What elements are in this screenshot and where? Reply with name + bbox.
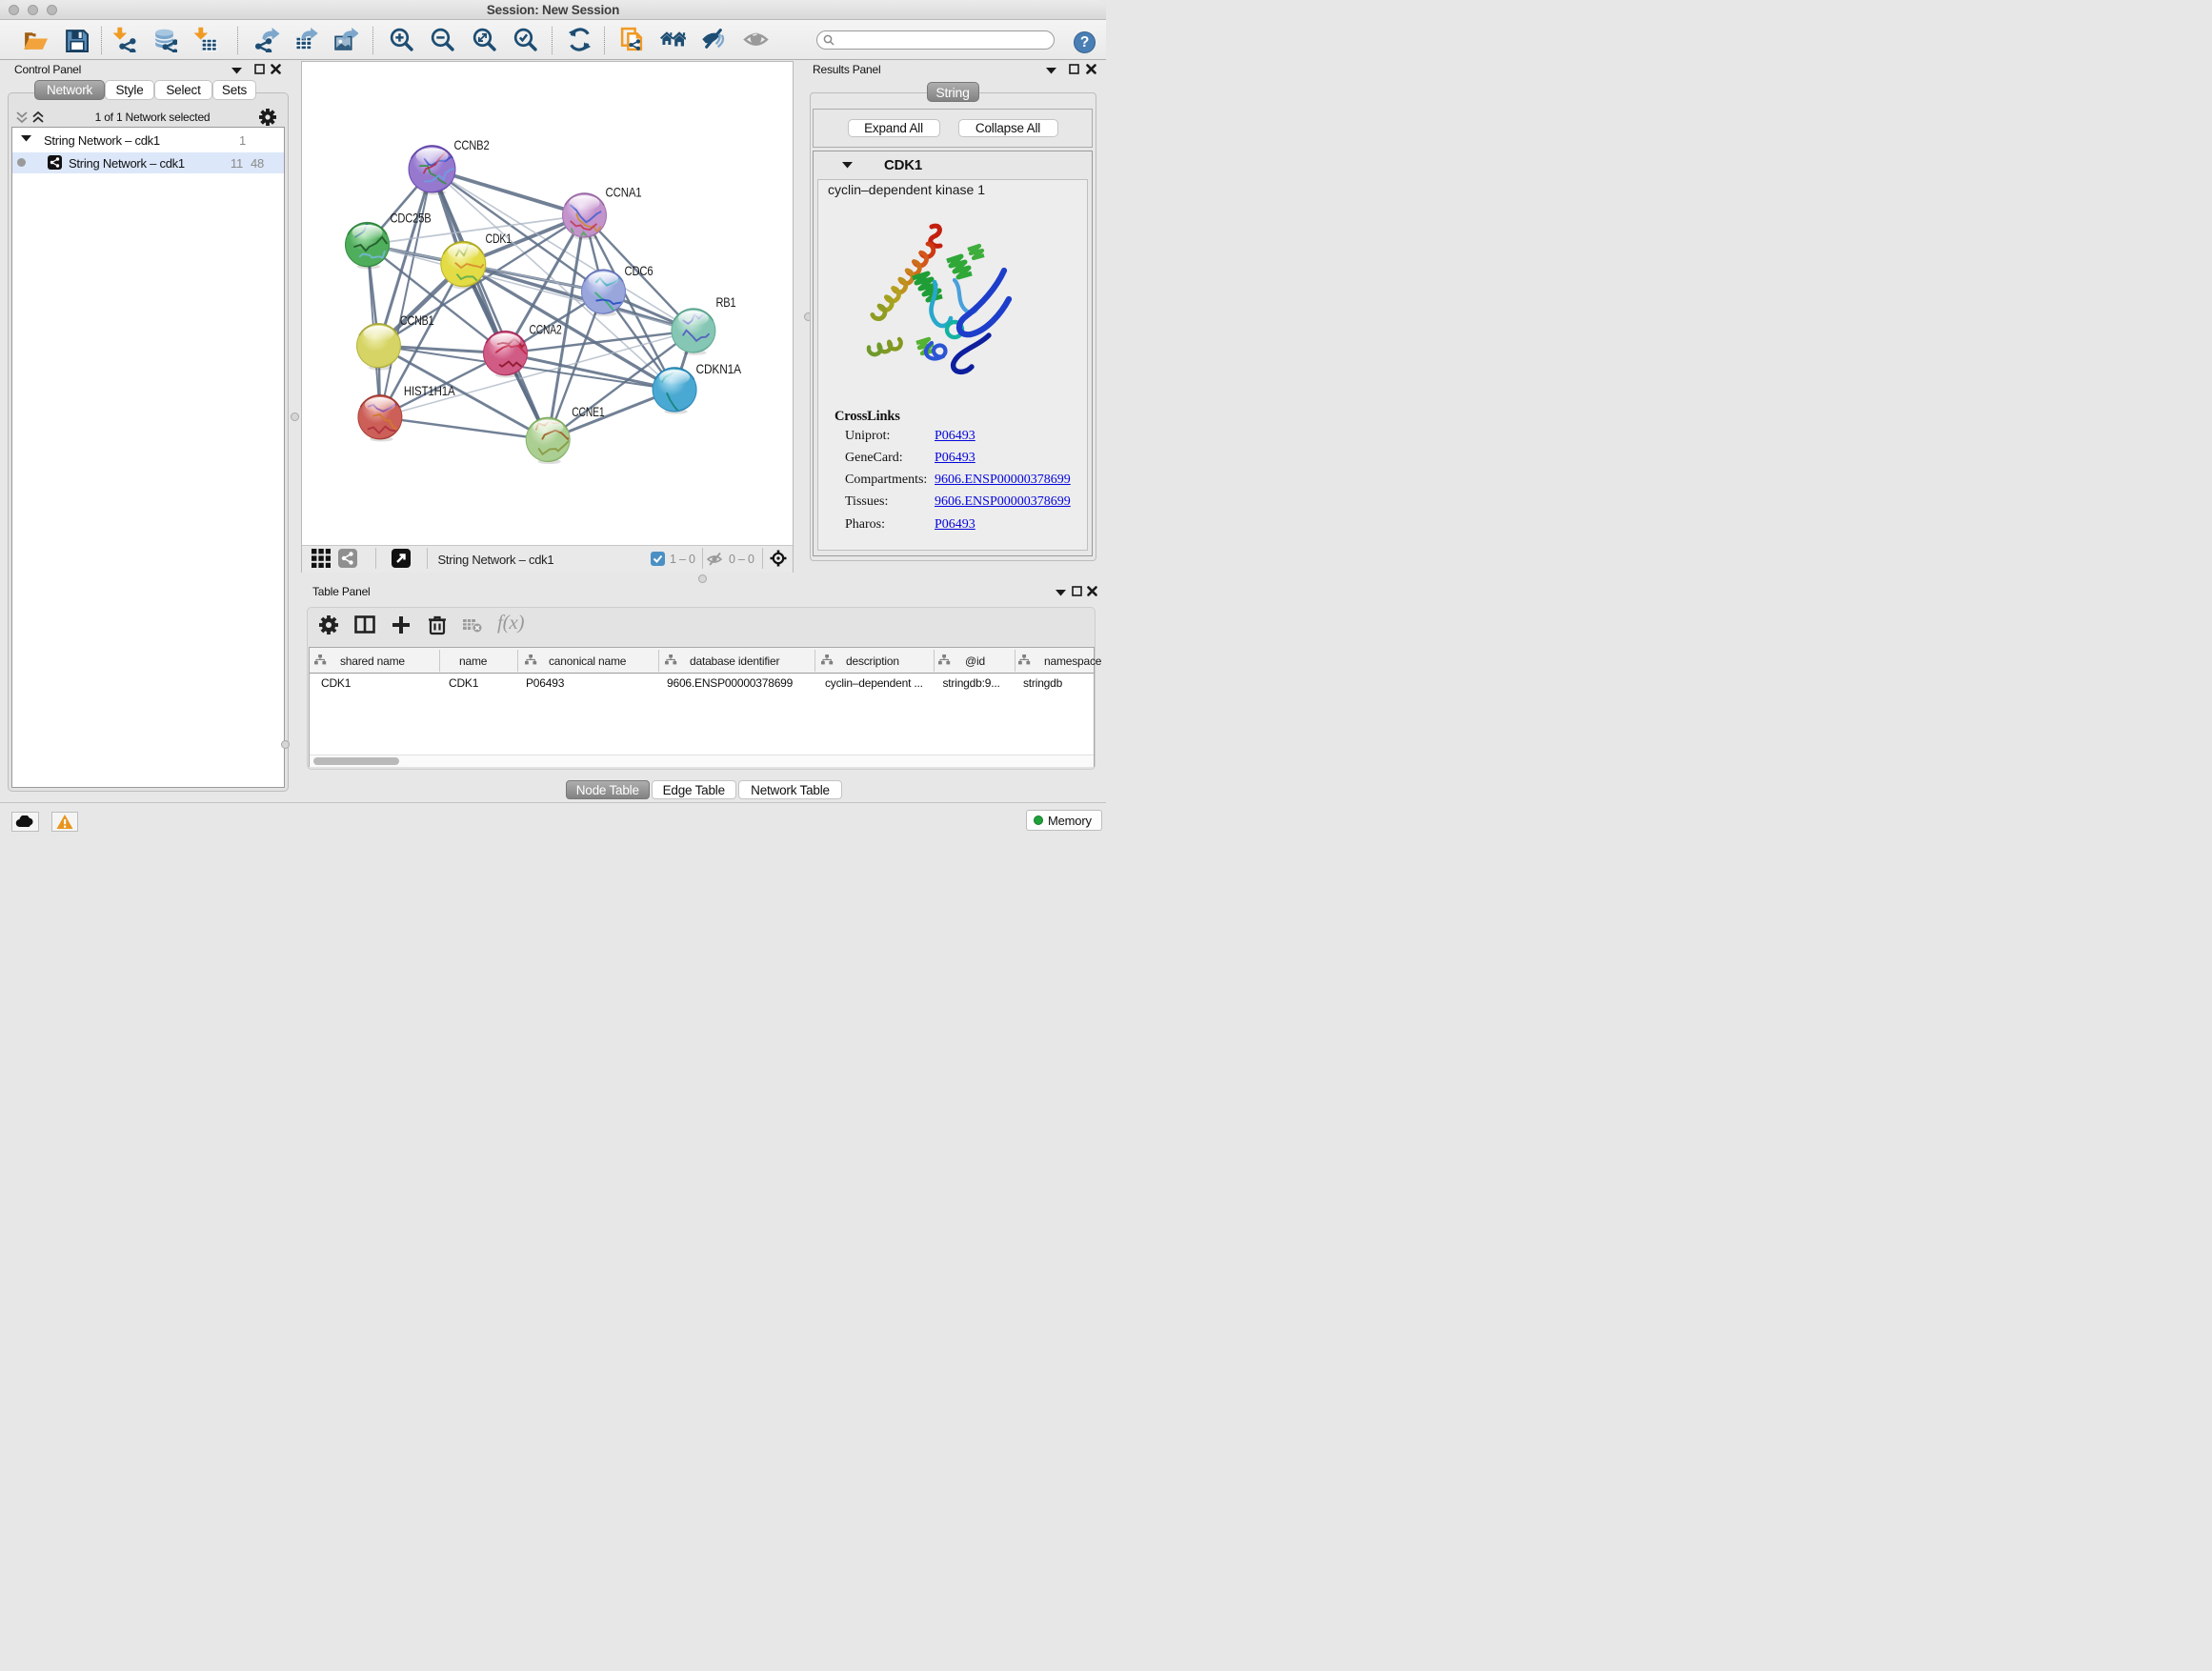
svg-text:RB1: RB1 xyxy=(715,294,735,310)
svg-text:CCNB1: CCNB1 xyxy=(399,312,433,328)
svg-text:CDKN1A: CDKN1A xyxy=(695,361,741,376)
svg-text:CDK1: CDK1 xyxy=(485,231,512,246)
svg-text:CCNE1: CCNE1 xyxy=(572,404,605,419)
svg-text:CDC25B: CDC25B xyxy=(390,210,431,225)
svg-text:CCNB2: CCNB2 xyxy=(453,137,489,152)
svg-text:CCNA1: CCNA1 xyxy=(605,184,641,199)
svg-text:CDC6: CDC6 xyxy=(624,263,653,278)
svg-text:CCNA2: CCNA2 xyxy=(529,321,561,336)
svg-text:HIST1H1A: HIST1H1A xyxy=(403,383,454,398)
